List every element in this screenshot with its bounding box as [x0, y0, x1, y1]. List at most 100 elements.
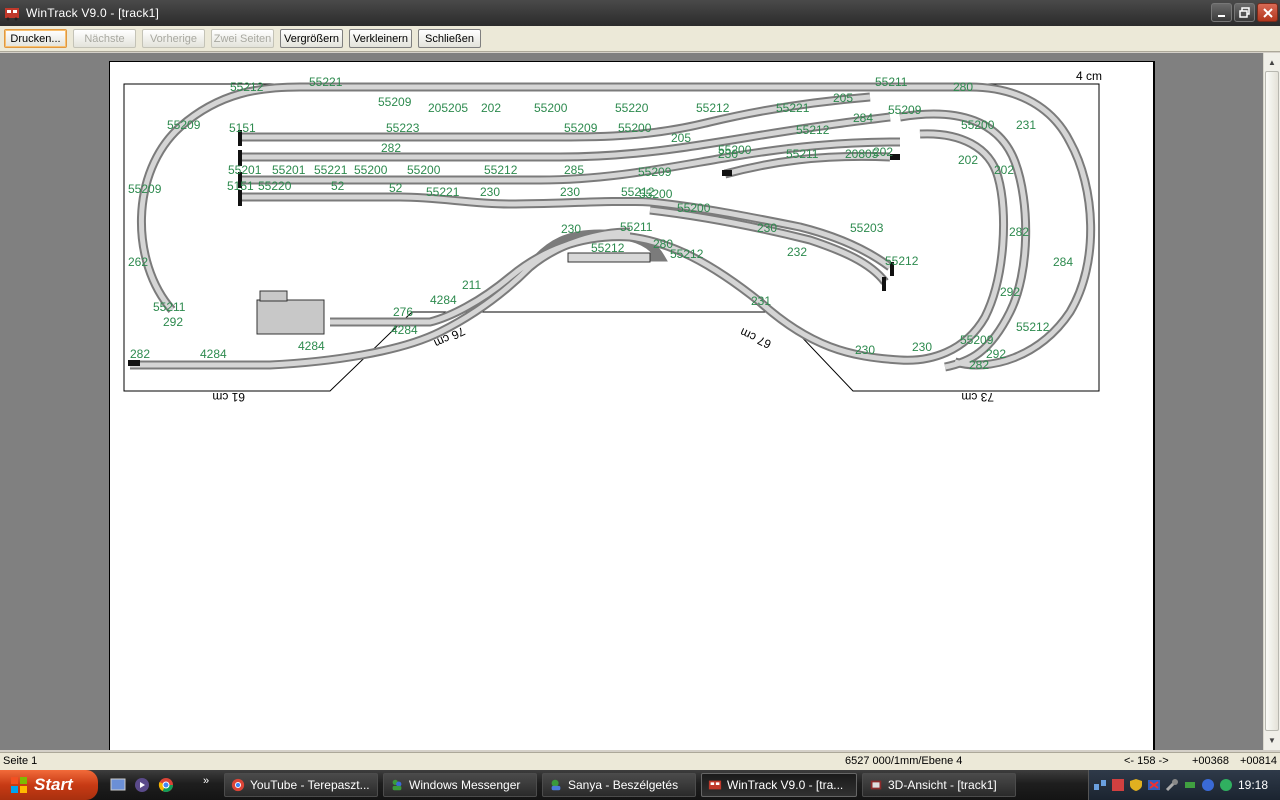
taskbar-item-messenger[interactable]: Windows Messenger: [383, 773, 537, 797]
track-label: 55221: [776, 101, 810, 115]
close-icon: [1262, 7, 1273, 18]
track-label: 55221: [426, 185, 460, 199]
taskbar-item-wintrack[interactable]: WinTrack V9.0 - [tra...: [701, 773, 857, 797]
track-label: 55223: [386, 121, 420, 135]
print-button[interactable]: Drucken...: [4, 29, 67, 48]
track-label: 55200: [677, 201, 711, 215]
close-window-button[interactable]: [1257, 3, 1278, 22]
track-label: 262: [128, 255, 148, 269]
3d-view-icon: [870, 780, 882, 790]
track-label: 55200: [718, 143, 752, 157]
tool-icon[interactable]: [1165, 778, 1179, 792]
preview-workspace: 61 cm 76 cm 67 cm 73 cm 4 cm 55212 55221…: [0, 53, 1263, 750]
system-tray: 19:18: [1088, 770, 1280, 800]
vertical-scrollbar[interactable]: ▲ ▼: [1263, 53, 1280, 750]
track-label: 55209: [167, 118, 201, 132]
minimize-icon: [1217, 14, 1225, 17]
track-label: 55221: [314, 163, 348, 177]
track-label: 230: [757, 221, 777, 235]
track-label: 55203: [850, 221, 884, 235]
track-label: 285: [564, 163, 584, 177]
track-label: 55220: [258, 179, 292, 193]
taskbar-item-sanya-chat[interactable]: Sanya - Beszélgetés: [542, 773, 696, 797]
skype-icon[interactable]: [1219, 778, 1233, 792]
bluetooth-icon[interactable]: [1201, 778, 1215, 792]
status-bar: Seite 1 6527 000/1mm/Ebene 4 <- 158 -> +…: [0, 752, 1280, 770]
track-label: 282: [969, 358, 989, 372]
close-preview-button[interactable]: Schließen: [418, 29, 481, 48]
title-bar: WinTrack V9.0 - [track1]: [0, 0, 1280, 26]
track-label: 205: [833, 91, 853, 105]
track-label: 52: [331, 179, 345, 193]
taskbar: Start » YouTube - Terepaszt... Windows M…: [0, 770, 1280, 800]
track-label: 4284: [391, 323, 418, 337]
two-pages-button[interactable]: Zwei Seiten: [211, 29, 274, 48]
track-label: 284: [853, 111, 873, 125]
windows-logo-icon: [11, 777, 27, 793]
track-label: 55209: [564, 121, 598, 135]
track-label: 202: [873, 145, 893, 159]
taskbar-item-youtube[interactable]: YouTube - Terepaszt...: [224, 773, 378, 797]
track-label: 4284: [430, 293, 457, 307]
scrollbar-thumb[interactable]: [1265, 71, 1279, 731]
track-label: 282: [381, 141, 401, 155]
minimize-button[interactable]: [1211, 3, 1232, 22]
arrow-down-icon: ▼: [1268, 736, 1276, 745]
chrome-icon: [231, 778, 245, 792]
track-label: 55212: [1016, 320, 1050, 334]
track-label: 55220: [615, 101, 649, 115]
track-label: 202: [481, 101, 501, 115]
track-label: 55212: [670, 247, 704, 261]
track-label: 55211: [786, 147, 819, 161]
station-annex: [259, 290, 288, 302]
media-player-icon[interactable]: [134, 777, 150, 793]
track-plan: 61 cm 76 cm 67 cm 73 cm 4 cm 55212 55221…: [123, 69, 1102, 404]
messenger-icon: [392, 779, 402, 791]
zoom-in-button[interactable]: Vergrößern: [280, 29, 343, 48]
start-button[interactable]: Start: [0, 770, 98, 800]
track-label: 5151: [229, 121, 256, 135]
window-title: WinTrack V9.0 - [track1]: [26, 6, 160, 20]
taskbar-item-3d-view[interactable]: 3D-Ansicht - [track1]: [862, 773, 1016, 797]
track-label: 211: [462, 278, 481, 292]
track-label: 55211: [620, 220, 653, 234]
track-label: 55212: [484, 163, 518, 177]
track-label: 55209: [378, 95, 412, 109]
track-label: 230: [560, 185, 580, 199]
next-page-button[interactable]: Nächste: [73, 29, 136, 48]
track-label: 231: [1016, 118, 1036, 132]
update-icon[interactable]: [1111, 778, 1125, 792]
arrow-up-icon: ▲: [1268, 58, 1276, 67]
zoom-out-button[interactable]: Verkleinern: [349, 29, 412, 48]
track-label: 230: [855, 343, 875, 357]
dim-right: 73 cm: [961, 390, 994, 404]
network-icon[interactable]: [1093, 778, 1107, 792]
track-label: 55200: [618, 121, 652, 135]
track-label: 292: [163, 315, 183, 329]
track-label: 55200: [407, 163, 441, 177]
safely-remove-icon[interactable]: [1183, 778, 1197, 792]
dim-left: 61 cm: [212, 390, 245, 404]
start-label: Start: [34, 775, 73, 794]
dim-mid-right: 67 cm: [738, 325, 774, 352]
clock: 19:18: [1237, 778, 1268, 792]
restore-icon: [1239, 7, 1250, 18]
track-label: 55209: [888, 103, 922, 117]
track-label: 4284: [298, 339, 325, 353]
track-label: 205205: [428, 101, 468, 115]
restore-button[interactable]: [1234, 3, 1255, 22]
scroll-up-button[interactable]: ▲: [1265, 55, 1279, 70]
scroll-down-button[interactable]: ▼: [1265, 733, 1279, 748]
quicklaunch-more-icon[interactable]: »: [203, 775, 209, 787]
status-nav: <- 158 ->: [1124, 755, 1169, 767]
security-shield-icon[interactable]: [1129, 778, 1143, 792]
track-label: 55200: [961, 118, 995, 132]
previous-page-button[interactable]: Vorherige: [142, 29, 205, 48]
antivirus-icon[interactable]: [1147, 778, 1161, 792]
chrome-icon[interactable]: [158, 777, 174, 793]
show-desktop-icon[interactable]: [110, 777, 126, 793]
track-label: 55209: [638, 165, 672, 179]
status-scale: 6527 000/1mm/Ebene 4: [845, 755, 963, 767]
track-label: 231: [751, 294, 771, 308]
wintrack-icon: [708, 780, 722, 790]
